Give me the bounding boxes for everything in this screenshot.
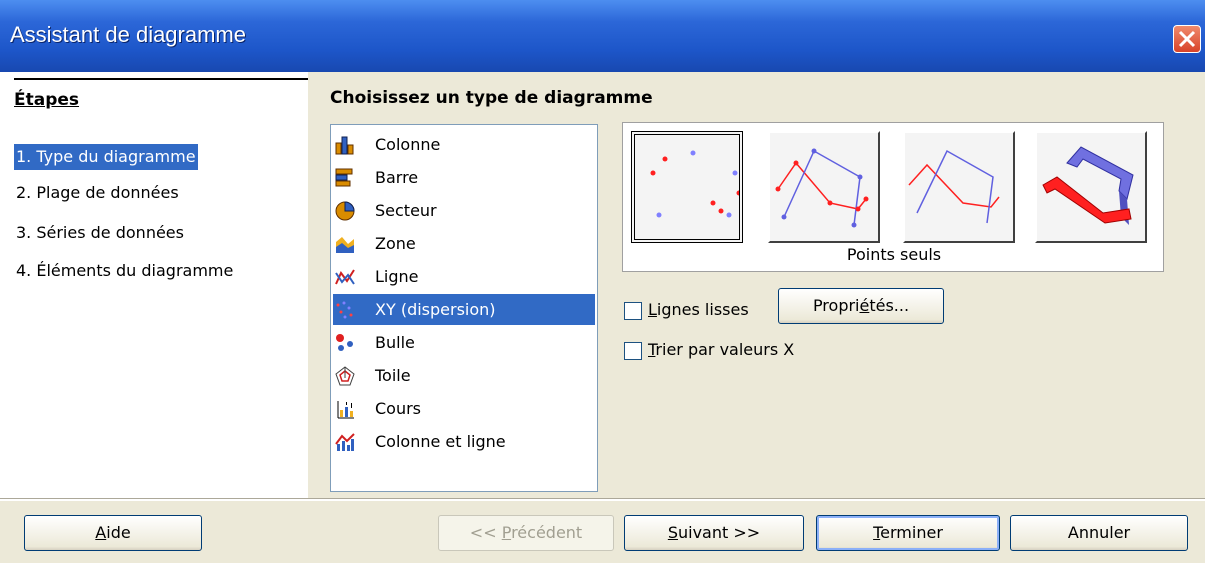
- finish-button[interactable]: Terminer: [816, 515, 1000, 551]
- points-only-icon: [650, 150, 739, 218]
- list-item-pie[interactable]: Secteur: [333, 195, 595, 226]
- list-item-net[interactable]: Toile: [333, 360, 595, 391]
- stock-chart-icon: [337, 401, 354, 419]
- list-item-column[interactable]: Colonne: [333, 129, 595, 160]
- scatter-chart-icon: [336, 301, 353, 319]
- bar-chart-icon: [335, 168, 353, 187]
- sort-x-checkbox[interactable]: [624, 342, 642, 360]
- area-chart-icon: [336, 237, 354, 253]
- 3d-lines-icon: [1042, 146, 1134, 225]
- sort-x-label: Trier par valeurs X: [648, 340, 795, 359]
- variant-3d-lines[interactable]: [1035, 131, 1147, 243]
- steps-heading: Étapes: [14, 90, 80, 110]
- footer-separator: [0, 498, 1205, 501]
- cancel-button[interactable]: Annuler: [1010, 515, 1188, 551]
- step-type[interactable]: 1. Type du diagramme: [14, 144, 198, 170]
- steps-sidebar: Étapes 1. Type du diagramme 2. Plage de …: [0, 72, 308, 498]
- close-button[interactable]: [1173, 25, 1201, 53]
- help-button[interactable]: Aide: [24, 515, 202, 551]
- variant-points-and-lines[interactable]: [768, 131, 880, 243]
- list-item-column-line[interactable]: Colonne et ligne: [333, 426, 595, 457]
- chart-variant-panel: Points seuls: [622, 122, 1164, 272]
- list-item-bubble[interactable]: Bulle: [333, 327, 595, 358]
- list-item-area[interactable]: Zone: [333, 228, 595, 259]
- step-data-range[interactable]: 2. Plage de données: [14, 180, 181, 206]
- chart-type-list[interactable]: Colonne Barre Secteur Zone Ligne XY (dis…: [330, 124, 598, 492]
- line-chart-icon: [335, 269, 355, 285]
- step-chart-elements[interactable]: 4. Éléments du diagramme: [14, 258, 235, 284]
- points-lines-icon: [775, 148, 869, 228]
- list-item-xy-scatter[interactable]: XY (dispersion): [333, 294, 595, 325]
- window-title: Assistant de diagramme: [10, 22, 246, 47]
- variant-label: Points seuls: [846, 245, 942, 264]
- smooth-lines-label: Lignes lisses: [648, 300, 749, 319]
- chart-type-heading: Choisissez un type de diagramme: [330, 88, 653, 108]
- close-icon: [1178, 30, 1196, 48]
- net-chart-icon: [335, 366, 355, 386]
- next-button[interactable]: Suivant >>: [624, 515, 804, 551]
- list-item-line[interactable]: Ligne: [333, 261, 595, 292]
- previous-button[interactable]: << Précédent: [438, 515, 614, 551]
- smooth-lines-checkbox[interactable]: [624, 302, 642, 320]
- title-bar: Assistant de diagramme: [0, 0, 1205, 72]
- lines-only-icon: [908, 149, 1000, 224]
- properties-button[interactable]: Propriétés...: [778, 288, 944, 324]
- column-line-chart-icon: [335, 433, 355, 451]
- bubble-chart-icon: [336, 334, 353, 351]
- step-data-series[interactable]: 3. Séries de données: [14, 220, 186, 246]
- sidebar-divider: [14, 78, 308, 80]
- variant-points-only[interactable]: [631, 131, 743, 243]
- column-chart-icon: [335, 136, 354, 155]
- pie-chart-icon: [335, 201, 355, 221]
- list-item-bar[interactable]: Barre: [333, 162, 595, 193]
- variant-lines-only[interactable]: [903, 131, 1015, 243]
- list-item-stock[interactable]: Cours: [333, 393, 595, 424]
